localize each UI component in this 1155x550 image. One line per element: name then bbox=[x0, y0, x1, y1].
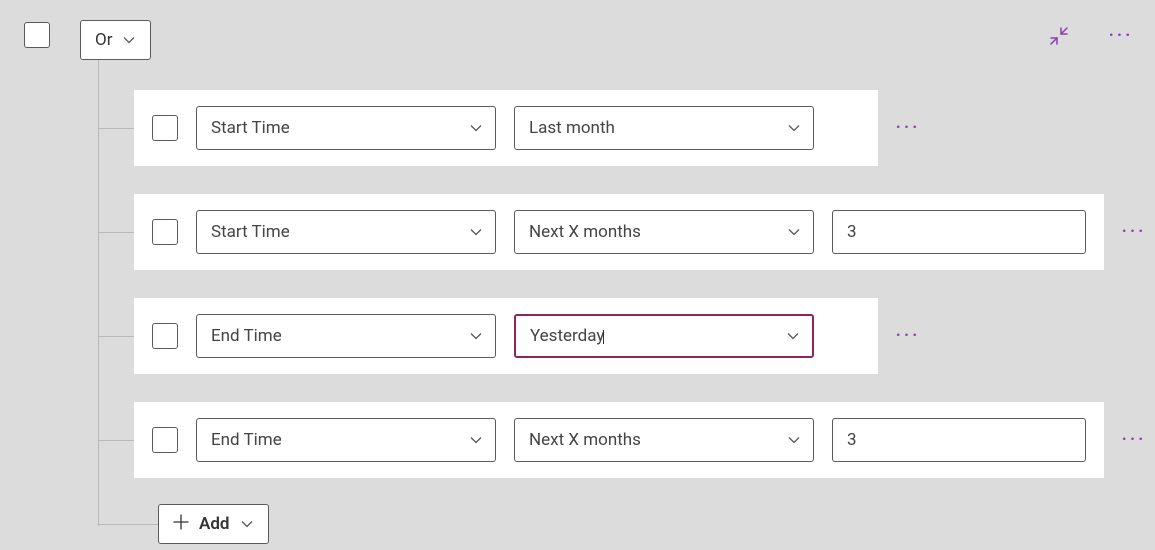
chevron-down-icon bbox=[469, 225, 483, 239]
condition-row: End Time Yesterday ··· bbox=[134, 298, 878, 374]
condition-select-checkbox[interactable] bbox=[152, 427, 178, 453]
field-dropdown[interactable]: Start Time bbox=[196, 106, 496, 150]
operator-value: Next X months bbox=[529, 430, 641, 450]
field-dropdown[interactable]: Start Time bbox=[196, 210, 496, 254]
condition-row: Start Time Last month ··· bbox=[134, 90, 878, 166]
ellipsis-icon: ··· bbox=[1122, 223, 1147, 241]
ellipsis-icon: ··· bbox=[896, 327, 921, 345]
condition-select-checkbox[interactable] bbox=[152, 219, 178, 245]
chevron-down-icon bbox=[787, 225, 801, 239]
value-text: 3 bbox=[847, 430, 857, 450]
operator-dropdown[interactable]: Last month bbox=[514, 106, 814, 150]
operator-value: Yesterday bbox=[530, 326, 604, 346]
condition-select-checkbox[interactable] bbox=[152, 115, 178, 141]
chevron-down-icon bbox=[240, 517, 254, 531]
connector-horizontal bbox=[98, 440, 134, 441]
value-input[interactable]: 3 bbox=[832, 210, 1086, 254]
ellipsis-icon: ··· bbox=[1122, 431, 1147, 449]
value-input[interactable]: 3 bbox=[832, 418, 1086, 462]
field-value: Start Time bbox=[211, 118, 290, 138]
collapse-icon[interactable] bbox=[1043, 20, 1075, 52]
logic-operator-label: Or bbox=[95, 30, 112, 50]
condition-row: Start Time Next X months 3 ··· bbox=[134, 194, 1104, 270]
operator-dropdown[interactable]: Next X months bbox=[514, 210, 814, 254]
connector-horizontal bbox=[98, 336, 134, 337]
condition-more-menu[interactable]: ··· bbox=[1118, 216, 1150, 248]
plus-icon bbox=[173, 514, 189, 535]
chevron-down-icon bbox=[787, 121, 801, 135]
connector-horizontal bbox=[98, 128, 134, 129]
chevron-down-icon bbox=[787, 433, 801, 447]
field-value: End Time bbox=[211, 326, 282, 346]
chevron-down-icon bbox=[469, 329, 483, 343]
text-caret bbox=[603, 330, 604, 344]
field-value: End Time bbox=[211, 430, 282, 450]
operator-value: Next X months bbox=[529, 222, 641, 242]
condition-select-checkbox[interactable] bbox=[152, 323, 178, 349]
connector-vertical bbox=[98, 60, 99, 526]
condition-more-menu[interactable]: ··· bbox=[1118, 424, 1150, 456]
connector-horizontal bbox=[98, 232, 134, 233]
operator-dropdown[interactable]: Next X months bbox=[514, 418, 814, 462]
group-more-menu[interactable]: ··· bbox=[1105, 20, 1137, 52]
chevron-down-icon bbox=[469, 433, 483, 447]
connector-horizontal bbox=[98, 524, 158, 525]
operator-value: Last month bbox=[529, 118, 615, 138]
chevron-down-icon bbox=[122, 33, 136, 47]
logic-operator-dropdown[interactable]: Or bbox=[80, 20, 151, 60]
condition-more-menu[interactable]: ··· bbox=[892, 112, 924, 144]
value-text: 3 bbox=[847, 222, 857, 242]
add-label: Add bbox=[199, 514, 230, 534]
operator-dropdown[interactable]: Yesterday bbox=[514, 314, 814, 358]
ellipsis-icon: ··· bbox=[1109, 27, 1134, 45]
filter-builder-canvas: Or ··· Start Time Last month bbox=[0, 0, 1155, 550]
field-value: Start Time bbox=[211, 222, 290, 242]
group-select-checkbox[interactable] bbox=[24, 22, 50, 48]
chevron-down-icon bbox=[469, 121, 483, 135]
field-dropdown[interactable]: End Time bbox=[196, 418, 496, 462]
ellipsis-icon: ··· bbox=[896, 119, 921, 137]
add-condition-button[interactable]: Add bbox=[158, 504, 269, 544]
condition-row: End Time Next X months 3 ··· bbox=[134, 402, 1104, 478]
chevron-down-icon bbox=[786, 329, 800, 343]
condition-more-menu[interactable]: ··· bbox=[892, 320, 924, 352]
field-dropdown[interactable]: End Time bbox=[196, 314, 496, 358]
